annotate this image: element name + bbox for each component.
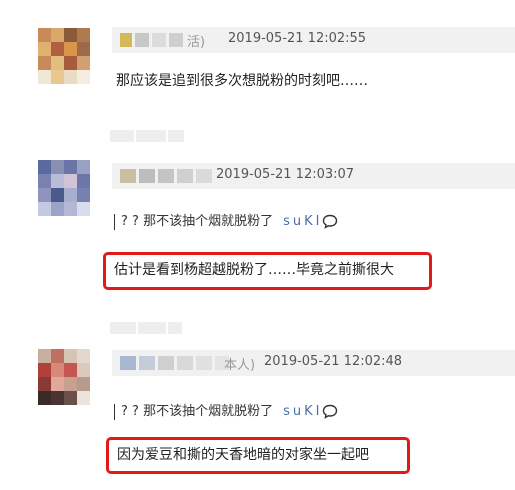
- chat-bubble-icon[interactable]: [322, 214, 338, 229]
- quote-text: ? ? 那不该抽个烟就脱粉了: [121, 404, 274, 419]
- quote-author[interactable]: suKI: [283, 214, 322, 229]
- comment-meta: 活) 2019-05-21 12:02:55: [112, 27, 515, 53]
- comment-text: 估计是看到杨超越脱粉了……毕竟之前撕很大: [114, 262, 394, 278]
- quote-author[interactable]: suKI: [283, 404, 322, 419]
- timestamp: 2019-05-21 12:03:07: [216, 167, 355, 182]
- comment-text: 那应该是追到很多次想脱粉的时刻吧……: [116, 73, 368, 89]
- avatar[interactable]: [38, 28, 90, 84]
- avatar[interactable]: [38, 349, 90, 405]
- timestamp: 2019-05-21 12:02:48: [264, 354, 403, 369]
- highlighted-comment-text: 估计是看到杨超越脱粉了……毕竟之前撕很大: [103, 252, 432, 290]
- comment-meta: 本人) 2019-05-21 12:02:48: [112, 350, 515, 376]
- username-suffix: 本人): [224, 358, 256, 373]
- quote-text: ? ? 那不该抽个烟就脱粉了: [121, 214, 274, 229]
- blurred-divider: [110, 130, 184, 142]
- username-blurred[interactable]: [120, 169, 212, 183]
- username-blurred[interactable]: [120, 356, 229, 370]
- username-suffix: 活): [187, 35, 206, 50]
- chat-bubble-icon[interactable]: [322, 404, 338, 419]
- avatar[interactable]: [38, 160, 90, 216]
- quoted-reply: ? ? 那不该抽个烟就脱粉了 suKI: [114, 400, 338, 420]
- highlighted-comment-text: 因为爱豆和撕的天香地暗的对家坐一起吧: [106, 437, 410, 474]
- quoted-reply: ? ? 那不该抽个烟就脱粉了 suKI: [114, 210, 338, 230]
- comment-text: 因为爱豆和撕的天香地暗的对家坐一起吧: [117, 447, 369, 463]
- username-blurred[interactable]: [120, 33, 183, 47]
- comment-meta: 2019-05-21 12:03:07: [112, 163, 515, 189]
- timestamp: 2019-05-21 12:02:55: [228, 31, 367, 46]
- blurred-divider: [110, 322, 182, 334]
